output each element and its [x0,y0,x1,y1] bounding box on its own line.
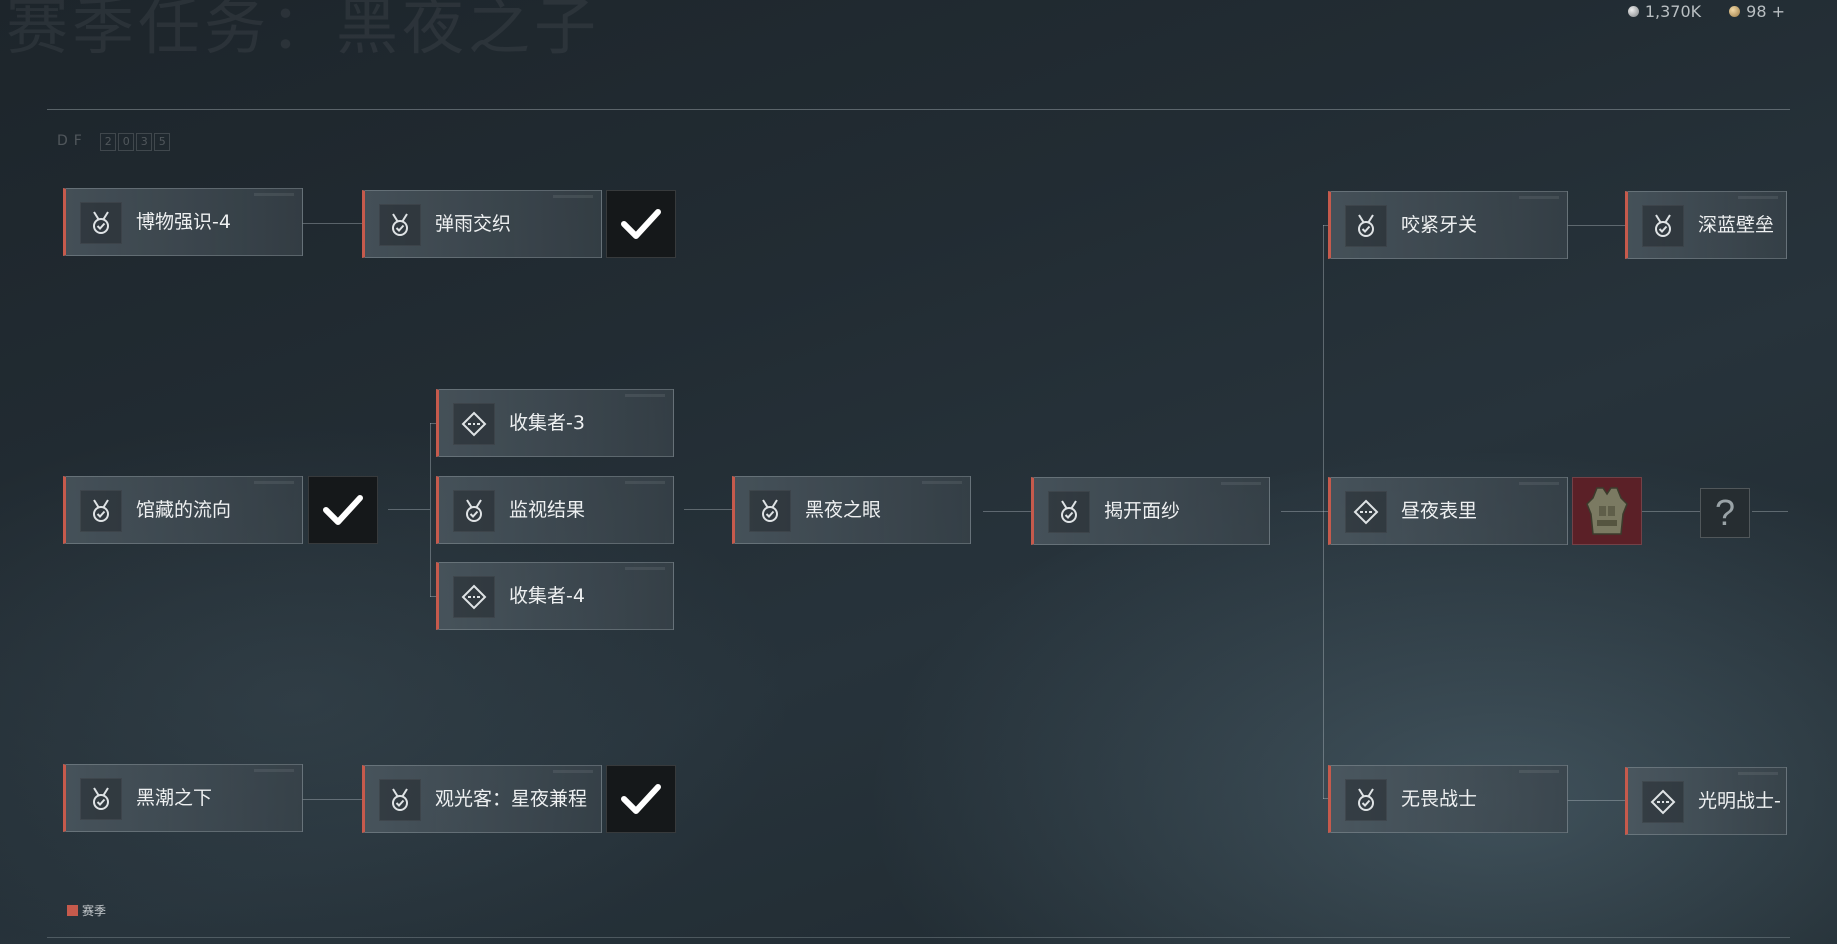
gold-coin-icon [1729,6,1741,17]
mission-label: 黑夜之眼 [805,499,882,521]
legend-label: 赛季 [82,904,107,918]
reward-armor[interactable] [1572,477,1642,545]
mission-card-shouji3[interactable]: 收集者-3 [436,389,674,457]
question-mark-icon: ? [1714,492,1736,533]
frame-code: DF 2035 [57,133,171,151]
connector-line [1281,511,1329,512]
medal-check-icon [80,778,122,820]
frame-code-digit: 5 [154,133,171,151]
mission-card-guangming[interactable]: 光明战士-1 [1625,767,1787,835]
mission-label: 深蓝壁垒 [1698,214,1775,236]
mission-label: 博物强识-4 [136,211,231,233]
mission-label: 揭开面纱 [1104,500,1181,522]
diamond-dash-icon [1642,781,1684,823]
medal-check-icon [1048,491,1090,533]
connector-line [983,511,1031,512]
mission-label: 昼夜表里 [1401,500,1478,522]
reward-claimed[interactable] [606,765,676,833]
page-title: 赛季任务：黑夜之子 [6,0,601,63]
mission-label: 观光客：星夜兼程 [435,788,588,810]
mission-label: 收集者-3 [509,412,585,434]
silver-coin-icon [1627,6,1639,17]
mission-label: 光明战士-1 [1698,790,1780,812]
mission-label: 无畏战士 [1401,788,1478,810]
medal-check-icon [379,204,421,246]
checkmark-icon [323,495,363,525]
legend-swatch [67,905,78,916]
mission-label: 咬紧牙关 [1401,214,1478,236]
mission-card-bowu[interactable]: 博物强识-4 [63,188,303,256]
diamond-dash-icon [453,403,495,445]
connector-line [430,423,431,597]
connector-line [1567,225,1625,226]
medal-check-icon [80,202,122,244]
mission-card-wuwei[interactable]: 无畏战士 [1328,765,1568,833]
diamond-dash-icon [1345,491,1387,533]
mission-card-guancang[interactable]: 馆藏的流向 [63,476,303,544]
connector-line [1752,511,1788,512]
mission-card-jianshi[interactable]: 监视结果 [436,476,674,544]
medal-check-icon [1642,205,1684,247]
gold-currency[interactable]: 98 + [1729,2,1785,21]
medal-check-icon [80,490,122,532]
armor-vest-icon [1586,487,1628,535]
mission-label: 弹雨交织 [435,213,512,235]
legend: 赛季 [67,902,106,919]
mission-label: 收集者-4 [509,585,585,607]
medal-check-icon [379,779,421,821]
connector-line [302,223,362,224]
connector-line [684,509,732,510]
diamond-dash-icon [453,576,495,618]
silver-currency[interactable]: 1,370K [1627,2,1702,21]
gold-amount: 98 + [1746,2,1785,21]
connector-line [1642,511,1700,512]
mission-card-zhouye[interactable]: 昼夜表里 [1328,477,1568,545]
mission-card-guanguang[interactable]: 观光客：星夜兼程 [362,765,602,833]
connector-line [1567,800,1625,801]
silver-amount: 1,370K [1644,2,1702,21]
frame-code-digit: 2 [100,133,117,151]
mission-card-jiekai[interactable]: 揭开面纱 [1031,477,1270,545]
medal-check-icon [749,490,791,532]
medal-check-icon [453,490,495,532]
checkmark-icon [621,784,661,814]
checkmark-icon [621,209,661,239]
connector-line [388,509,430,510]
mission-card-heiye[interactable]: 黑夜之眼 [732,476,971,544]
reward-unknown[interactable]: ? [1700,488,1750,538]
medal-check-icon [1345,205,1387,247]
reward-claimed[interactable] [606,190,676,258]
mission-label: 馆藏的流向 [136,499,232,521]
mission-card-shouji4[interactable]: 收集者-4 [436,562,674,630]
medal-check-icon [1345,779,1387,821]
frame-code-prefix: DF [57,133,88,149]
mission-card-heichao[interactable]: 黑潮之下 [63,764,303,832]
connector-line [1323,225,1324,799]
frame-code-digit: 3 [136,133,153,151]
mission-label: 黑潮之下 [136,787,213,809]
connector-line [302,799,362,800]
mission-card-danyu[interactable]: 弹雨交织 [362,190,602,258]
mission-label: 监视结果 [509,499,586,521]
frame-code-digit: 0 [118,133,135,151]
currency-bar: 1,370K 98 + [1627,2,1785,21]
mission-card-shenlan[interactable]: 深蓝壁垒 [1625,191,1787,259]
mission-card-yaojin[interactable]: 咬紧牙关 [1328,191,1568,259]
reward-claimed[interactable] [308,476,378,544]
